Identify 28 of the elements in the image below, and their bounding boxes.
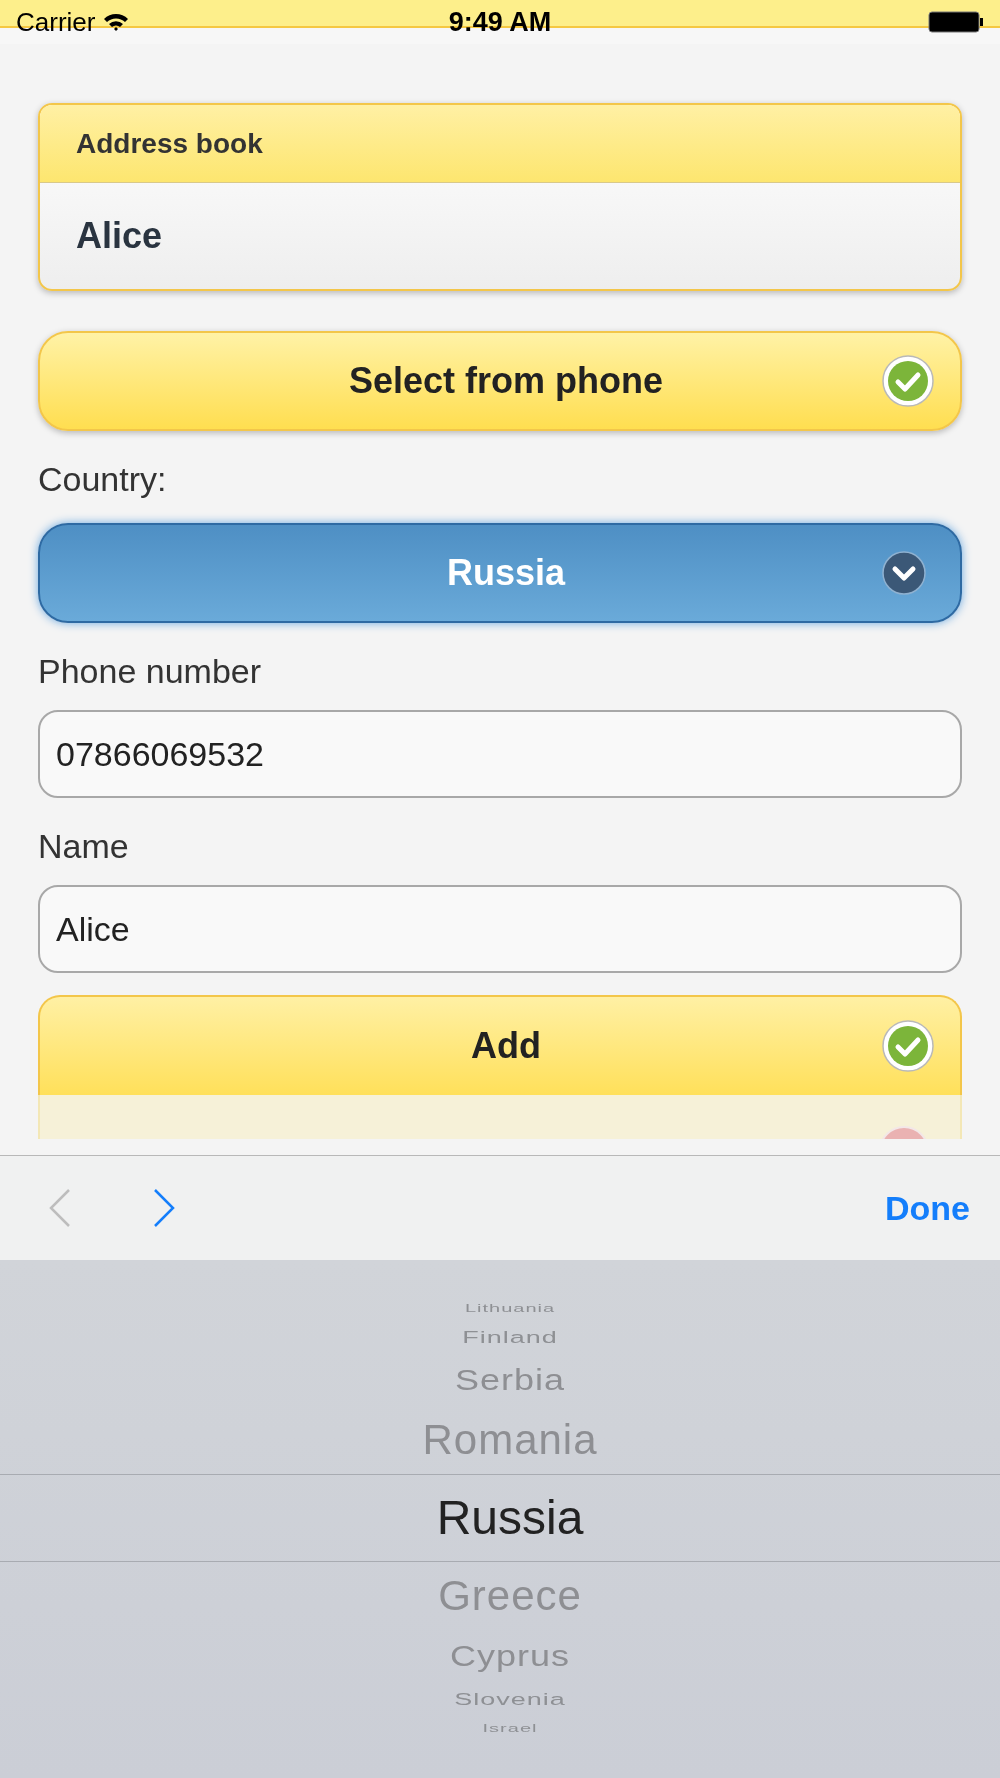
- select-from-phone-button[interactable]: Select from phone: [38, 331, 962, 431]
- picker-option[interactable]: Finland: [462, 1328, 558, 1346]
- carrier-name: Carrier: [16, 5, 96, 39]
- check-icon: [882, 355, 934, 407]
- add-button[interactable]: Add: [38, 995, 962, 1095]
- battery-icon: [928, 11, 984, 33]
- picker-option[interactable]: Lithuania: [464, 1302, 556, 1314]
- chevron-right-icon[interactable]: [152, 1188, 176, 1228]
- country-label: Country:: [38, 459, 168, 499]
- chevron-down-icon: [882, 551, 926, 595]
- picker-option[interactable]: Romania: [422, 1419, 598, 1461]
- picker-option[interactable]: Cyprus: [450, 1641, 570, 1671]
- country-select[interactable]: Russia: [38, 523, 962, 623]
- picker-option[interactable]: Slovenia: [454, 1690, 566, 1708]
- picker-option[interactable]: Israel: [482, 1722, 538, 1734]
- picker-option[interactable]: Serbia: [454, 1365, 566, 1395]
- done-button[interactable]: Done: [885, 1182, 970, 1234]
- contact-row[interactable]: Alice: [40, 183, 960, 289]
- text-field[interactable]: Alice: [38, 885, 962, 973]
- clock-time: 9:49 AM: [448, 5, 552, 39]
- picker-option[interactable]: Russia: [436, 1494, 584, 1542]
- card-title: Address book: [76, 126, 263, 161]
- text-field[interactable]: 07866069532: [38, 710, 962, 798]
- wifi-icon: [103, 12, 130, 32]
- picker-option[interactable]: Greece: [438, 1575, 582, 1617]
- check-icon: [882, 1020, 934, 1072]
- field-label: Phone number: [38, 651, 263, 691]
- field-label: Name: [38, 826, 130, 866]
